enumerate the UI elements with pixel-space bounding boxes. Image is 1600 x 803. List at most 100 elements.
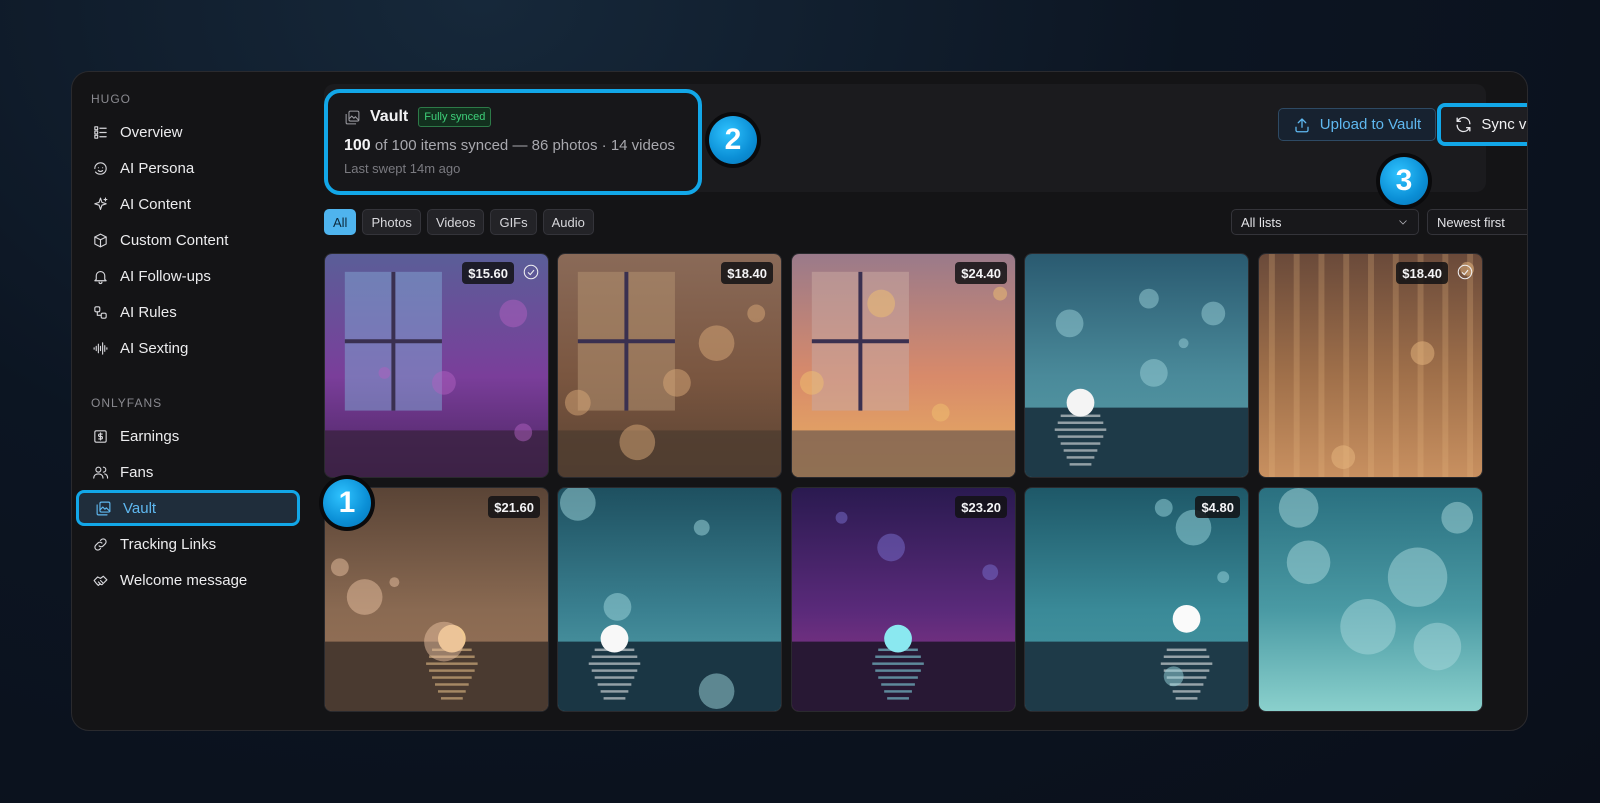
sidebar-item-tracking-links[interactable]: Tracking Links [72, 526, 310, 562]
media-thumbnail [1259, 254, 1482, 477]
media-tile[interactable]: $15.60 [324, 253, 549, 478]
chevron-down-icon [1399, 220, 1407, 225]
media-thumbnail [1025, 488, 1248, 711]
media-tile[interactable] [1024, 253, 1249, 478]
step-marker-label: 1 [323, 479, 371, 527]
check-circle-icon[interactable] [522, 263, 540, 281]
section-label-hugo: HUGO [91, 92, 131, 106]
step-marker-label: 2 [709, 116, 757, 164]
sync-label: Sync vault [1481, 116, 1527, 133]
section-label-onlyfans: ONLYFANS [91, 396, 163, 410]
dollar-icon [91, 427, 109, 445]
sidebar-item-label: Earnings [120, 427, 180, 445]
filter-audio[interactable]: Audio [542, 209, 594, 235]
price-badge: $18.40 [721, 262, 773, 284]
media-tile[interactable]: $24.40 [791, 253, 1016, 478]
status-badge: Fully synced [418, 107, 492, 127]
sidebar-item-overview[interactable]: Overview [72, 114, 310, 150]
sidebar-item-fans[interactable]: Fans [72, 454, 310, 490]
media-thumbnail [1259, 488, 1482, 711]
sync-vault-button[interactable]: Sync vault [1437, 103, 1527, 146]
sidebar-item-label: AI Sexting [120, 339, 189, 357]
media-thumbnail [1025, 254, 1248, 477]
step-marker-label: 3 [1380, 157, 1428, 205]
sidebar-item-label: Vault [123, 499, 157, 517]
check-circle-icon[interactable] [1456, 263, 1474, 281]
price-badge: $24.40 [955, 262, 1007, 284]
filter-all[interactable]: All [324, 209, 357, 235]
media-tile[interactable] [557, 487, 782, 712]
sidebar-item-label: Overview [120, 123, 183, 141]
persona-icon [91, 159, 109, 177]
bell-icon [91, 267, 109, 285]
sidebar-item-label: AI Content [120, 195, 191, 213]
lists-select-value: All lists [1241, 214, 1282, 230]
sidebar-item-label: AI Rules [120, 303, 177, 321]
sidebar-item-ai-sexting[interactable]: AI Sexting [72, 330, 310, 366]
refresh-icon [1456, 116, 1471, 133]
sync-detail: of 100 items synced — 86 photos · 14 vid… [370, 137, 676, 154]
nav-list-onlyfans: Earnings Fans Vault Tracking Links Welco… [72, 418, 310, 598]
price-badge: $23.20 [955, 496, 1007, 518]
media-tile[interactable]: $23.20 [791, 487, 1016, 712]
price-badge: $21.60 [488, 496, 540, 518]
media-tile[interactable]: $4.80 [1024, 487, 1249, 712]
app-window: HUGO Overview AI Persona AI Content Cust… [71, 71, 1528, 731]
media-tile[interactable] [1258, 487, 1483, 712]
upload-to-vault-button[interactable]: Upload to Vault [1278, 108, 1436, 141]
sort-select[interactable]: Newest first [1427, 209, 1527, 235]
media-thumbnail [558, 254, 781, 477]
sidebar-item-label: Fans [120, 463, 154, 481]
price-badge: $15.60 [462, 262, 514, 284]
filter-photos[interactable]: Photos [362, 209, 421, 235]
upload-label: Upload to Vault [1319, 116, 1422, 133]
media-thumbnail [792, 254, 1015, 477]
sync-summary: 100 of 100 items synced — 86 photos · 14… [344, 137, 682, 155]
sidebar-item-custom-content[interactable]: Custom Content [72, 222, 310, 258]
sidebar-item-ai-content[interactable]: AI Content [72, 186, 310, 222]
sidebar-item-vault[interactable]: Vault [76, 490, 300, 526]
sidebar-item-welcome-message[interactable]: Welcome message [72, 562, 310, 598]
overview-icon [91, 123, 109, 141]
step-marker-3: 3 [1376, 153, 1432, 209]
users-icon [91, 463, 109, 481]
sidebar-item-label: AI Persona [120, 159, 195, 177]
last-swept: Last swept 14m ago [344, 161, 461, 176]
link-icon [91, 535, 109, 553]
sidebar-item-ai-persona[interactable]: AI Persona [72, 150, 310, 186]
sidebar-item-label: Welcome message [120, 571, 248, 589]
sidebar: HUGO Overview AI Persona AI Content Cust… [72, 72, 310, 730]
filter-videos[interactable]: Videos [426, 209, 485, 235]
vault-summary-card: Vault Fully synced 100 of 100 items sync… [324, 89, 702, 195]
media-type-filters: All Photos Videos GIFs Audio [324, 209, 594, 235]
sidebar-item-label: AI Follow-ups [120, 267, 211, 285]
gallery-icon [94, 499, 112, 517]
handshake-icon [91, 571, 109, 589]
sparkle-icon [91, 195, 109, 213]
gallery-icon [345, 110, 360, 124]
main-content: Vault Fully synced 100 of 100 items sync… [324, 72, 1527, 730]
sidebar-item-label: Tracking Links [120, 535, 217, 553]
waveform-icon [91, 339, 109, 357]
sidebar-item-ai-follow-ups[interactable]: AI Follow-ups [72, 258, 310, 294]
media-tile[interactable]: $18.40 [557, 253, 782, 478]
sidebar-item-ai-rules[interactable]: AI Rules [72, 294, 310, 330]
box-icon [91, 231, 109, 249]
price-badge: $18.40 [1396, 262, 1448, 284]
rules-icon [91, 303, 109, 321]
media-thumbnail [325, 254, 548, 477]
price-badge: $4.80 [1195, 496, 1240, 518]
filter-gifs[interactable]: GIFs [490, 209, 537, 235]
media-thumbnail [792, 488, 1015, 711]
media-thumbnail [558, 488, 781, 711]
step-marker-2: 2 [705, 112, 761, 168]
upload-icon [1295, 117, 1309, 132]
lists-select[interactable]: All lists [1231, 209, 1419, 235]
sidebar-item-label: Custom Content [120, 231, 229, 249]
step-marker-1: 1 [319, 475, 375, 531]
sort-select-value: Newest first [1437, 214, 1505, 230]
synced-count: 100 [344, 137, 371, 154]
media-tile[interactable]: $18.40 [1258, 253, 1483, 478]
nav-list-hugo: Overview AI Persona AI Content Custom Co… [72, 114, 310, 366]
sidebar-item-earnings[interactable]: Earnings [72, 418, 310, 454]
